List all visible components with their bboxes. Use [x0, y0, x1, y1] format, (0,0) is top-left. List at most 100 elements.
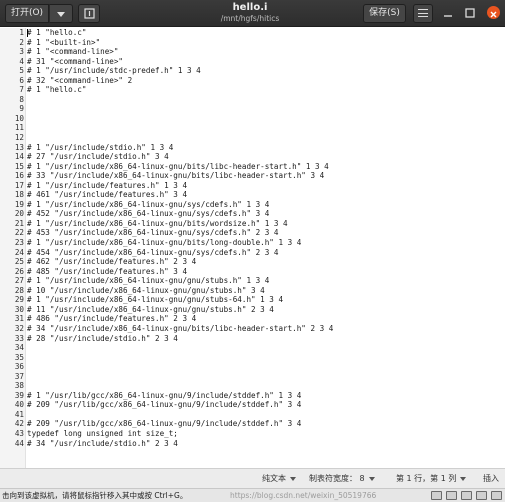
language-selector[interactable]: 纯文本 [262, 469, 296, 488]
editor-line[interactable]: 3 # 1 "<command-line>" [0, 47, 505, 57]
editor-line[interactable]: 33 # 28 "/usr/include/stdio.h" 2 3 4 [0, 334, 505, 344]
editor-line[interactable]: 17 # 1 "/usr/include/features.h" 1 3 4 [0, 181, 505, 191]
editor-line[interactable]: 2 # 1 "<built-in>" [0, 38, 505, 48]
editor-line[interactable]: 20 # 452 "/usr/include/x86_64-linux-gnu/s… [0, 209, 505, 219]
editor-line[interactable]: 30 # 11 "/usr/include/x86_64-linux-gnu/gn… [0, 305, 505, 315]
tab-width-selector[interactable]: 制表符宽度： 8 [309, 469, 375, 488]
open-menu-button[interactable] [49, 4, 73, 23]
line-text[interactable]: # 1 "/usr/include/x86_64-linux-gnu/bits/… [27, 162, 329, 172]
insert-mode[interactable]: 插入 [483, 469, 499, 488]
editor-line[interactable]: 39 # 1 "/usr/lib/gcc/x86_64-linux-gnu/9/i… [0, 391, 505, 401]
editor-line[interactable]: 26 # 485 "/usr/include/features.h" 3 4 [0, 267, 505, 277]
text-cursor [27, 29, 28, 37]
editor-line[interactable]: 28 # 10 "/usr/include/x86_64-linux-gnu/gn… [0, 286, 505, 296]
editor-line[interactable]: 37 [0, 372, 505, 382]
minimize-icon[interactable] [442, 7, 454, 19]
vm-device-icons [427, 491, 502, 502]
editor-line[interactable]: 38 [0, 381, 505, 391]
line-text[interactable]: # 209 "/usr/lib/gcc/x86_64-linux-gnu/9/i… [27, 400, 301, 410]
line-text[interactable]: # 453 "/usr/include/x86_64-linux-gnu/sys… [27, 228, 278, 238]
editor-line[interactable]: 43 typedef long unsigned int size_t; [0, 429, 505, 439]
editor-line[interactable]: 15 # 1 "/usr/include/x86_64-linux-gnu/bit… [0, 162, 505, 172]
line-text[interactable]: # 486 "/usr/include/features.h" 2 3 4 [27, 314, 196, 324]
new-tab-button[interactable] [78, 4, 100, 23]
editor-line[interactable]: 9 [0, 104, 505, 114]
line-text[interactable]: # 454 "/usr/include/x86_64-linux-gnu/sys… [27, 248, 278, 258]
device-icon[interactable] [476, 491, 487, 500]
editor-line[interactable]: 11 [0, 123, 505, 133]
cursor-position[interactable]: 第 1 行，第 1 列 [396, 469, 467, 488]
line-text[interactable]: # 1 "hello.c" [27, 28, 86, 38]
editor-line[interactable]: 8 [0, 95, 505, 105]
save-button[interactable]: 保存(S) [363, 4, 406, 23]
line-text[interactable]: # 462 "/usr/include/features.h" 2 3 4 [27, 257, 196, 267]
close-button[interactable] [487, 6, 500, 19]
line-text[interactable]: # 1 "/usr/include/x86_64-linux-gnu/bits/… [27, 219, 288, 229]
line-text[interactable]: # 1 "/usr/include/features.h" 1 3 4 [27, 181, 187, 191]
editor-line[interactable]: 18 # 461 "/usr/include/features.h" 3 4 [0, 190, 505, 200]
editor-line[interactable]: 41 [0, 410, 505, 420]
editor-line[interactable]: 10 [0, 114, 505, 124]
editor-line[interactable]: 16 # 33 "/usr/include/x86_64-linux-gnu/bi… [0, 171, 505, 181]
line-text[interactable]: # 33 "/usr/include/x86_64-linux-gnu/bits… [27, 171, 324, 181]
line-text[interactable]: # 1 "/usr/include/stdc-predef.h" 1 3 4 [27, 66, 201, 76]
editor-line[interactable]: 6 # 32 "<command-line>" 2 [0, 76, 505, 86]
line-text[interactable]: # 485 "/usr/include/features.h" 3 4 [27, 267, 187, 277]
line-text[interactable]: # 32 "<command-line>" 2 [27, 76, 132, 86]
line-text[interactable]: # 27 "/usr/include/stdio.h" 3 4 [27, 152, 169, 162]
device-icon[interactable] [446, 491, 457, 500]
editor-line[interactable]: 42 # 209 "/usr/lib/gcc/x86_64-linux-gnu/9… [0, 419, 505, 429]
device-icon[interactable] [461, 491, 472, 500]
line-text[interactable]: # 1 "<built-in>" [27, 38, 100, 48]
vm-hint-text: 击向到该虚拟机，请将鼠标指针移入其中或按 Ctrl+G。 [2, 491, 188, 500]
line-text[interactable]: # 452 "/usr/include/x86_64-linux-gnu/sys… [27, 209, 269, 219]
editor-line[interactable]: 13 # 1 "/usr/include/stdio.h" 1 3 4 [0, 143, 505, 153]
editor-line[interactable]: 14 # 27 "/usr/include/stdio.h" 3 4 [0, 152, 505, 162]
editor-line[interactable]: 34 [0, 343, 505, 353]
line-text[interactable]: # 1 "/usr/lib/gcc/x86_64-linux-gnu/9/inc… [27, 391, 301, 401]
editor-line[interactable]: 44 # 34 "/usr/include/stdio.h" 2 3 4 [0, 439, 505, 449]
line-text[interactable]: # 11 "/usr/include/x86_64-linux-gnu/gnu/… [27, 305, 274, 315]
maximize-icon[interactable] [464, 7, 476, 19]
editor-line[interactable]: 1 # 1 "hello.c" [0, 28, 505, 38]
editor-line[interactable]: 25 # 462 "/usr/include/features.h" 2 3 4 [0, 257, 505, 267]
line-text[interactable]: typedef long unsigned int size_t; [27, 429, 178, 439]
editor-line[interactable]: 23 # 1 "/usr/include/x86_64-linux-gnu/bit… [0, 238, 505, 248]
line-text[interactable]: # 1 "/usr/include/x86_64-linux-gnu/gnu/s… [27, 276, 269, 286]
editor-line[interactable]: 40 # 209 "/usr/lib/gcc/x86_64-linux-gnu/9… [0, 400, 505, 410]
line-text[interactable]: # 10 "/usr/include/x86_64-linux-gnu/gnu/… [27, 286, 265, 296]
editor-line[interactable]: 19 # 1 "/usr/include/x86_64-linux-gnu/sys… [0, 200, 505, 210]
editor-line[interactable]: 32 # 34 "/usr/include/x86_64-linux-gnu/bi… [0, 324, 505, 334]
open-button[interactable]: 打开(O) [5, 4, 49, 23]
line-text[interactable]: # 34 "/usr/include/stdio.h" 2 3 4 [27, 439, 178, 449]
editor-line[interactable]: 4 # 31 "<command-line>" [0, 57, 505, 67]
editor-line[interactable]: 27 # 1 "/usr/include/x86_64-linux-gnu/gnu… [0, 276, 505, 286]
editor-line[interactable]: 5 # 1 "/usr/include/stdc-predef.h" 1 3 4 [0, 66, 505, 76]
device-icon[interactable] [431, 491, 442, 500]
line-text[interactable]: # 1 "/usr/include/stdio.h" 1 3 4 [27, 143, 173, 153]
line-text[interactable]: # 1 "<command-line>" [27, 47, 118, 57]
line-text[interactable]: # 34 "/usr/include/x86_64-linux-gnu/bits… [27, 324, 333, 334]
line-text[interactable]: # 31 "<command-line>" [27, 57, 123, 67]
line-text[interactable]: # 1 "/usr/include/x86_64-linux-gnu/bits/… [27, 238, 301, 248]
line-text[interactable]: # 28 "/usr/include/stdio.h" 2 3 4 [27, 334, 178, 344]
editor-line[interactable]: 12 [0, 133, 505, 143]
editor-line[interactable]: 7 # 1 "hello.c" [0, 85, 505, 95]
editor-line[interactable]: 21 # 1 "/usr/include/x86_64-linux-gnu/bit… [0, 219, 505, 229]
line-text[interactable]: # 1 "/usr/include/x86_64-linux-gnu/gnu/s… [27, 295, 283, 305]
editor-line[interactable]: 22 # 453 "/usr/include/x86_64-linux-gnu/s… [0, 228, 505, 238]
text-editor[interactable]: 1 # 1 "hello.c" 2 # 1 "<built-in>" 3 # 1 "<co… [0, 28, 505, 468]
editor-line[interactable]: 35 [0, 353, 505, 363]
line-text[interactable]: # 1 "/usr/include/x86_64-linux-gnu/sys/c… [27, 200, 269, 210]
device-icon[interactable] [491, 491, 502, 500]
line-text[interactable]: # 1 "hello.c" [27, 85, 86, 95]
line-number: 25 [14, 257, 24, 267]
line-text[interactable]: # 209 "/usr/lib/gcc/x86_64-linux-gnu/9/i… [27, 419, 301, 429]
editor-line[interactable]: 29 # 1 "/usr/include/x86_64-linux-gnu/gnu… [0, 295, 505, 305]
editor-line[interactable]: 31 # 486 "/usr/include/features.h" 2 3 4 [0, 314, 505, 324]
editor-lines[interactable]: 1 # 1 "hello.c" 2 # 1 "<built-in>" 3 # 1 "<co… [0, 28, 505, 448]
hamburger-menu-button[interactable] [413, 4, 433, 23]
editor-line[interactable]: 24 # 454 "/usr/include/x86_64-linux-gnu/s… [0, 248, 505, 258]
line-text[interactable]: # 461 "/usr/include/features.h" 3 4 [27, 190, 187, 200]
editor-line[interactable]: 36 [0, 362, 505, 372]
